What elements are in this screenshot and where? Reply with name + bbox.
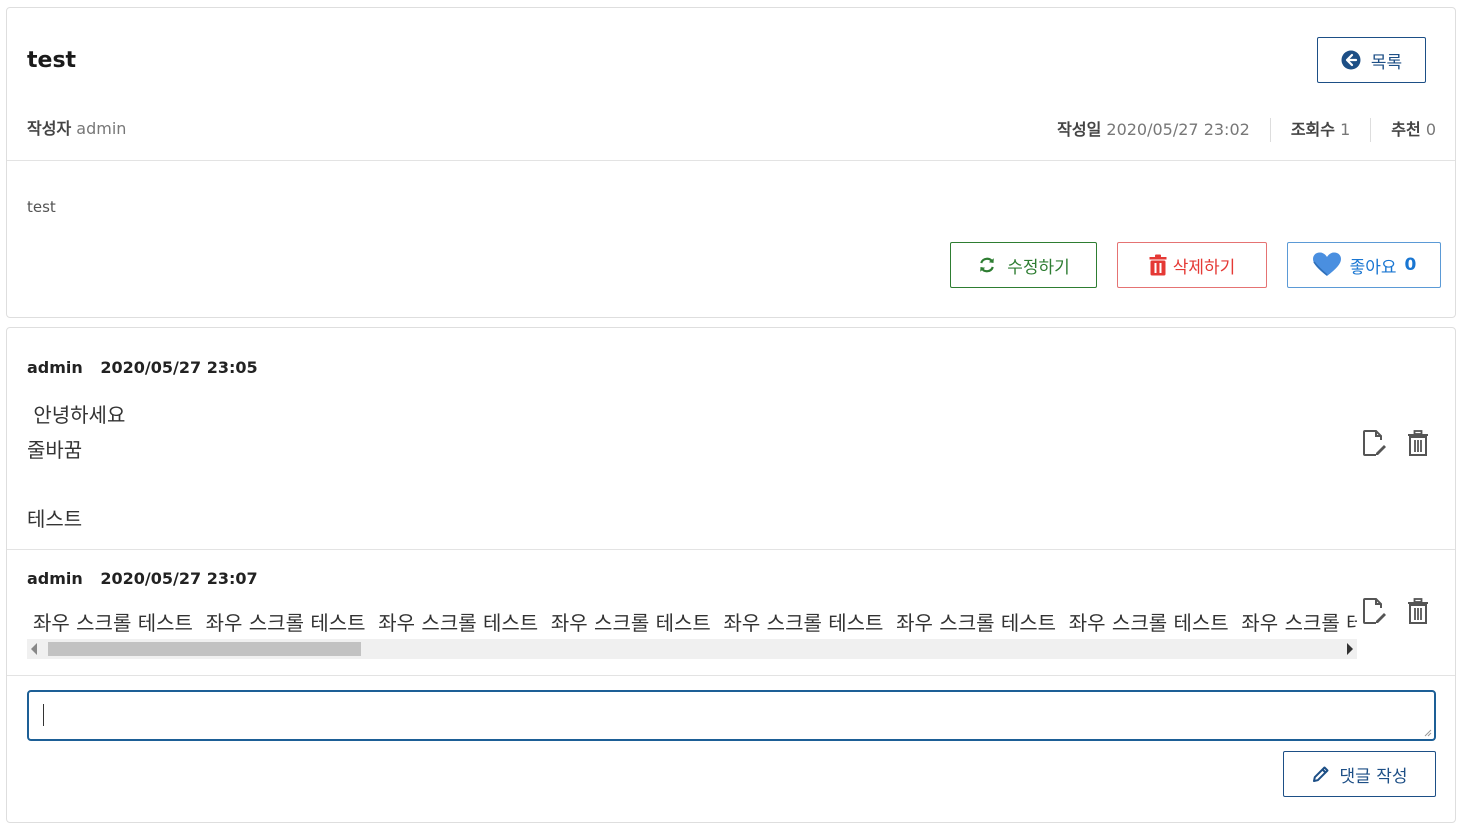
- comment-line: 안녕하세요: [27, 403, 126, 427]
- like-button[interactable]: 좋아요 0: [1287, 242, 1441, 288]
- header-divider: [7, 160, 1455, 161]
- delete-button[interactable]: 삭제하기: [1117, 242, 1267, 288]
- comment-line: 테스트: [27, 506, 83, 531]
- refresh-icon: [980, 257, 995, 273]
- comments-card: admin 2020/05/27 23:05 안녕하세요 줄바꿈 테스트 adm…: [6, 327, 1456, 823]
- trash-outline-icon: [1408, 598, 1428, 624]
- recommend-value: 0: [1425, 120, 1436, 139]
- date-value: 2020/05/27 23:02: [1106, 120, 1250, 139]
- author-value: admin: [76, 119, 127, 138]
- list-button-label: 목록: [1370, 52, 1403, 73]
- file-edit-icon: [1363, 598, 1386, 624]
- recommend-label: 추천: [1391, 120, 1421, 139]
- comment-scroll-area[interactable]: 좌우 스크롤 테스트 좌우 스크롤 테스트 좌우 스크롤 테스트 좌우 스크롤 …: [27, 603, 1357, 663]
- comment-date: 2020/05/27 23:07: [100, 569, 258, 588]
- post-body: test: [27, 198, 56, 216]
- comment-input[interactable]: [27, 690, 1436, 741]
- scroll-right-arrow-icon[interactable]: [1347, 643, 1353, 655]
- pencil-icon: [1312, 766, 1329, 782]
- resize-handle-icon[interactable]: [1424, 729, 1432, 737]
- author-label: 작성자: [27, 119, 72, 138]
- views-label: 조회수: [1290, 120, 1335, 139]
- comment-line: 줄바꿈: [27, 437, 83, 462]
- text-caret: [43, 704, 44, 726]
- like-count: 0: [1404, 255, 1417, 275]
- arrow-circle-left-icon: [1341, 50, 1361, 70]
- trash-outline-icon: [1408, 430, 1428, 456]
- comment-author: admin: [27, 569, 83, 588]
- file-edit-icon: [1363, 430, 1386, 456]
- comment-line: [27, 467, 125, 502]
- comment-divider: [7, 549, 1455, 550]
- post-title: test: [27, 48, 77, 73]
- comment-delete-button[interactable]: [1403, 428, 1433, 458]
- comment-edit-button[interactable]: [1360, 596, 1390, 626]
- scrollbar-thumb[interactable]: [48, 642, 361, 656]
- edit-button[interactable]: 수정하기: [950, 242, 1097, 288]
- post-views: 조회수 1: [1269, 118, 1370, 142]
- post-date: 작성일 2020/05/27 23:02: [1037, 118, 1270, 142]
- comment-header: admin 2020/05/27 23:05: [27, 358, 258, 377]
- scroll-left-arrow-icon[interactable]: [31, 643, 37, 655]
- trash-icon: [1149, 254, 1167, 276]
- comment-header: admin 2020/05/27 23:07: [27, 569, 258, 588]
- submit-comment-button[interactable]: 댓글 작성: [1283, 751, 1436, 797]
- post-recommend: 추천 0: [1370, 118, 1436, 142]
- comment-author: admin: [27, 358, 83, 377]
- delete-button-label: 삭제하기: [1172, 257, 1236, 278]
- date-label: 작성일: [1057, 120, 1102, 139]
- list-button[interactable]: 목록: [1317, 37, 1426, 83]
- views-value: 1: [1340, 120, 1351, 139]
- submit-comment-label: 댓글 작성: [1339, 766, 1408, 787]
- post-author: 작성자 admin: [27, 115, 126, 139]
- comment-edit-button[interactable]: [1360, 428, 1390, 458]
- like-button-label: 좋아요: [1349, 257, 1397, 278]
- comment-text: 좌우 스크롤 테스트 좌우 스크롤 테스트 좌우 스크롤 테스트 좌우 스크롤 …: [33, 611, 1357, 635]
- horizontal-scrollbar[interactable]: [27, 639, 1357, 659]
- comment-text: 안녕하세요 줄바꿈 테스트: [27, 398, 125, 536]
- edit-button-label: 수정하기: [1007, 257, 1070, 278]
- comment-delete-button[interactable]: [1403, 596, 1433, 626]
- post-card: test 목록 작성자 admin 작성일 2020/05/27 23:02 조…: [6, 7, 1456, 318]
- form-divider: [7, 675, 1455, 676]
- post-meta: 작성일 2020/05/27 23:02 조회수 1 추천 0: [1037, 118, 1436, 142]
- comment-date: 2020/05/27 23:05: [100, 358, 258, 377]
- heart-icon: [1312, 252, 1341, 276]
